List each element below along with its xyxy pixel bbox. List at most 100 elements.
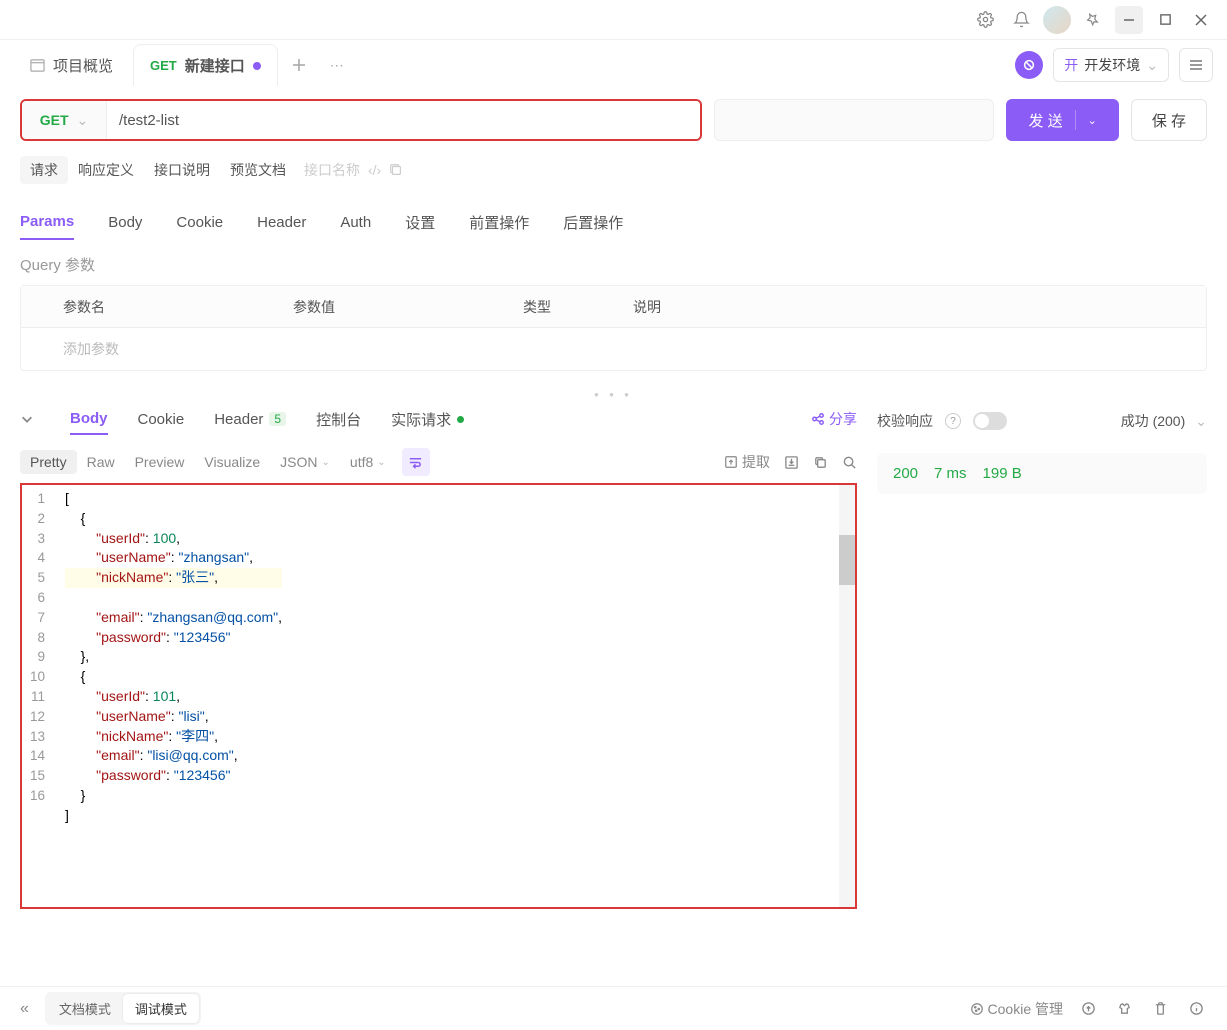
view-tab-pretty[interactable]: Pretty <box>20 450 77 474</box>
close-button[interactable] <box>1187 6 1215 34</box>
avatar[interactable] <box>1043 6 1071 34</box>
response-tabs: Body Cookie Header 5 控制台 实际请求 分享 <box>20 399 857 439</box>
send-button[interactable]: 发 送 ⌄ <box>1006 99 1118 141</box>
environment-selector[interactable]: 开 开发环境 ⌄ <box>1053 48 1169 82</box>
col-name: 参数名 <box>63 297 263 317</box>
encoding-label: utf8 <box>350 454 373 470</box>
resp-tab-body[interactable]: Body <box>70 404 108 435</box>
response-body-code[interactable]: 12345678910111213141516 [ { "userId": 10… <box>20 483 857 909</box>
scrollbar-thumb[interactable] <box>839 535 855 585</box>
status-time: 7 ms <box>934 465 967 482</box>
chevron-down-icon: ⌄ <box>377 457 385 468</box>
add-param-row[interactable]: 添加参数 <box>21 328 1206 370</box>
body-view-tabs: Pretty Raw Preview Visualize JSON ⌄ utf8… <box>20 443 857 481</box>
code-icon[interactable]: ‹/› <box>368 162 381 178</box>
view-tab-preview[interactable]: Preview <box>125 450 195 474</box>
format-dropdown[interactable]: JSON ⌄ <box>270 450 340 474</box>
bottom-bar: « 文档模式 调试模式 Cookie 管理 <box>0 986 1227 1030</box>
download-button[interactable] <box>784 455 799 470</box>
window-icon <box>30 58 45 73</box>
drag-handle[interactable]: ● ● ● <box>0 389 1227 399</box>
env-label: 开发环境 <box>1084 55 1140 75</box>
paramtab-post-op[interactable]: 后置操作 <box>563 204 623 241</box>
resp-tab-console[interactable]: 控制台 <box>316 403 361 436</box>
resp-tab-actual-request[interactable]: 实际请求 <box>391 403 464 436</box>
url-input[interactable] <box>107 101 700 139</box>
chevron-down-icon: ⌄ <box>322 457 330 468</box>
paramtab-auth[interactable]: Auth <box>340 206 371 239</box>
maximize-button[interactable] <box>1151 6 1179 34</box>
save-button[interactable]: 保 存 <box>1131 99 1207 141</box>
add-param-placeholder: 添加参数 <box>63 339 119 359</box>
param-tabs: Params Body Cookie Header Auth 设置 前置操作 后… <box>0 198 1227 246</box>
format-label: JSON <box>280 454 317 470</box>
view-tab-raw[interactable]: Raw <box>77 450 125 474</box>
tab-active-api[interactable]: GET 新建接口 <box>133 44 278 86</box>
window-title-bar <box>0 0 1227 40</box>
url-extra-panel <box>714 99 994 141</box>
extract-button[interactable]: 提取 <box>724 452 770 472</box>
tab-project-overview[interactable]: 项目概览 <box>14 44 129 86</box>
paramtab-settings[interactable]: 设置 <box>405 204 435 241</box>
env-tag: 开 <box>1064 55 1078 75</box>
paramtab-params[interactable]: Params <box>20 205 74 240</box>
unsaved-dot-icon <box>253 62 261 70</box>
paramtab-cookie[interactable]: Cookie <box>176 206 223 239</box>
table-header: 参数名 参数值 类型 说明 <box>21 286 1206 328</box>
subtab-interface-doc[interactable]: 接口说明 <box>144 156 220 184</box>
subtab-preview-doc[interactable]: 预览文档 <box>220 156 296 184</box>
notifications-icon[interactable] <box>1007 6 1035 34</box>
validate-toggle[interactable] <box>973 412 1007 430</box>
more-tabs-button[interactable]: ⋯ <box>320 48 354 82</box>
method-badge: GET <box>150 58 177 73</box>
cookie-manager-button[interactable]: Cookie 管理 <box>970 999 1063 1019</box>
paramtab-pre-op[interactable]: 前置操作 <box>469 204 529 241</box>
collapse-response-button[interactable] <box>20 412 40 426</box>
success-label: 成功 (200) <box>1121 411 1186 431</box>
view-tab-visualize[interactable]: Visualize <box>194 450 270 474</box>
pin-icon[interactable] <box>1079 6 1107 34</box>
query-params-table: 参数名 参数值 类型 说明 添加参数 <box>20 285 1207 371</box>
response-right-panel: 校验响应 ? 成功 (200) ⌄ 200 7 ms 199 B <box>877 399 1207 909</box>
wrap-toggle-button[interactable] <box>402 448 430 476</box>
menu-button[interactable] <box>1179 48 1213 82</box>
brand-icon[interactable] <box>1015 51 1043 79</box>
subtab-request[interactable]: 请求 <box>20 156 68 184</box>
header-count-badge: 5 <box>269 412 286 426</box>
upload-icon[interactable] <box>1077 998 1099 1020</box>
http-method-dropdown[interactable]: GET ⌄ <box>22 101 107 139</box>
apparel-icon[interactable] <box>1113 998 1135 1020</box>
status-size: 199 B <box>983 465 1022 482</box>
mode-doc[interactable]: 文档模式 <box>47 994 123 1023</box>
paramtab-body[interactable]: Body <box>108 206 142 239</box>
new-tab-button[interactable] <box>282 48 316 82</box>
copy-icon[interactable] <box>389 163 403 177</box>
status-code: 200 <box>893 465 918 482</box>
mode-debug[interactable]: 调试模式 <box>123 994 199 1023</box>
paramtab-header[interactable]: Header <box>257 206 306 239</box>
search-button[interactable] <box>842 455 857 470</box>
active-dot-icon <box>457 416 464 423</box>
help-icon[interactable]: ? <box>945 413 961 429</box>
trash-icon[interactable] <box>1149 998 1171 1020</box>
tab-label: 新建接口 <box>185 55 245 76</box>
divider <box>1075 110 1076 130</box>
share-button[interactable]: 分享 <box>811 409 857 429</box>
settings-icon[interactable] <box>971 6 999 34</box>
copy-button[interactable] <box>813 455 828 470</box>
response-area: Body Cookie Header 5 控制台 实际请求 分享 Pretty … <box>0 399 1227 909</box>
resp-tab-cookie[interactable]: Cookie <box>138 405 185 434</box>
api-name-placeholder: 接口名称 <box>304 160 360 180</box>
resp-tab-header-label: Header <box>214 411 263 428</box>
expected-response-dropdown[interactable]: 成功 (200) ⌄ <box>1121 411 1207 431</box>
validate-response-row: 校验响应 ? 成功 (200) ⌄ <box>877 401 1207 441</box>
subtab-response-def[interactable]: 响应定义 <box>68 156 144 184</box>
chevron-down-icon: ⌄ <box>1195 413 1207 430</box>
info-icon[interactable] <box>1185 998 1207 1020</box>
share-label: 分享 <box>829 409 857 429</box>
request-subtabs: 请求 响应定义 接口说明 预览文档 接口名称 ‹/› <box>0 150 1227 190</box>
minimize-button[interactable] <box>1115 6 1143 34</box>
resp-tab-header[interactable]: Header 5 <box>214 405 286 434</box>
encoding-dropdown[interactable]: utf8 ⌄ <box>340 450 396 474</box>
collapse-sidebar-button[interactable]: « <box>20 1000 29 1018</box>
